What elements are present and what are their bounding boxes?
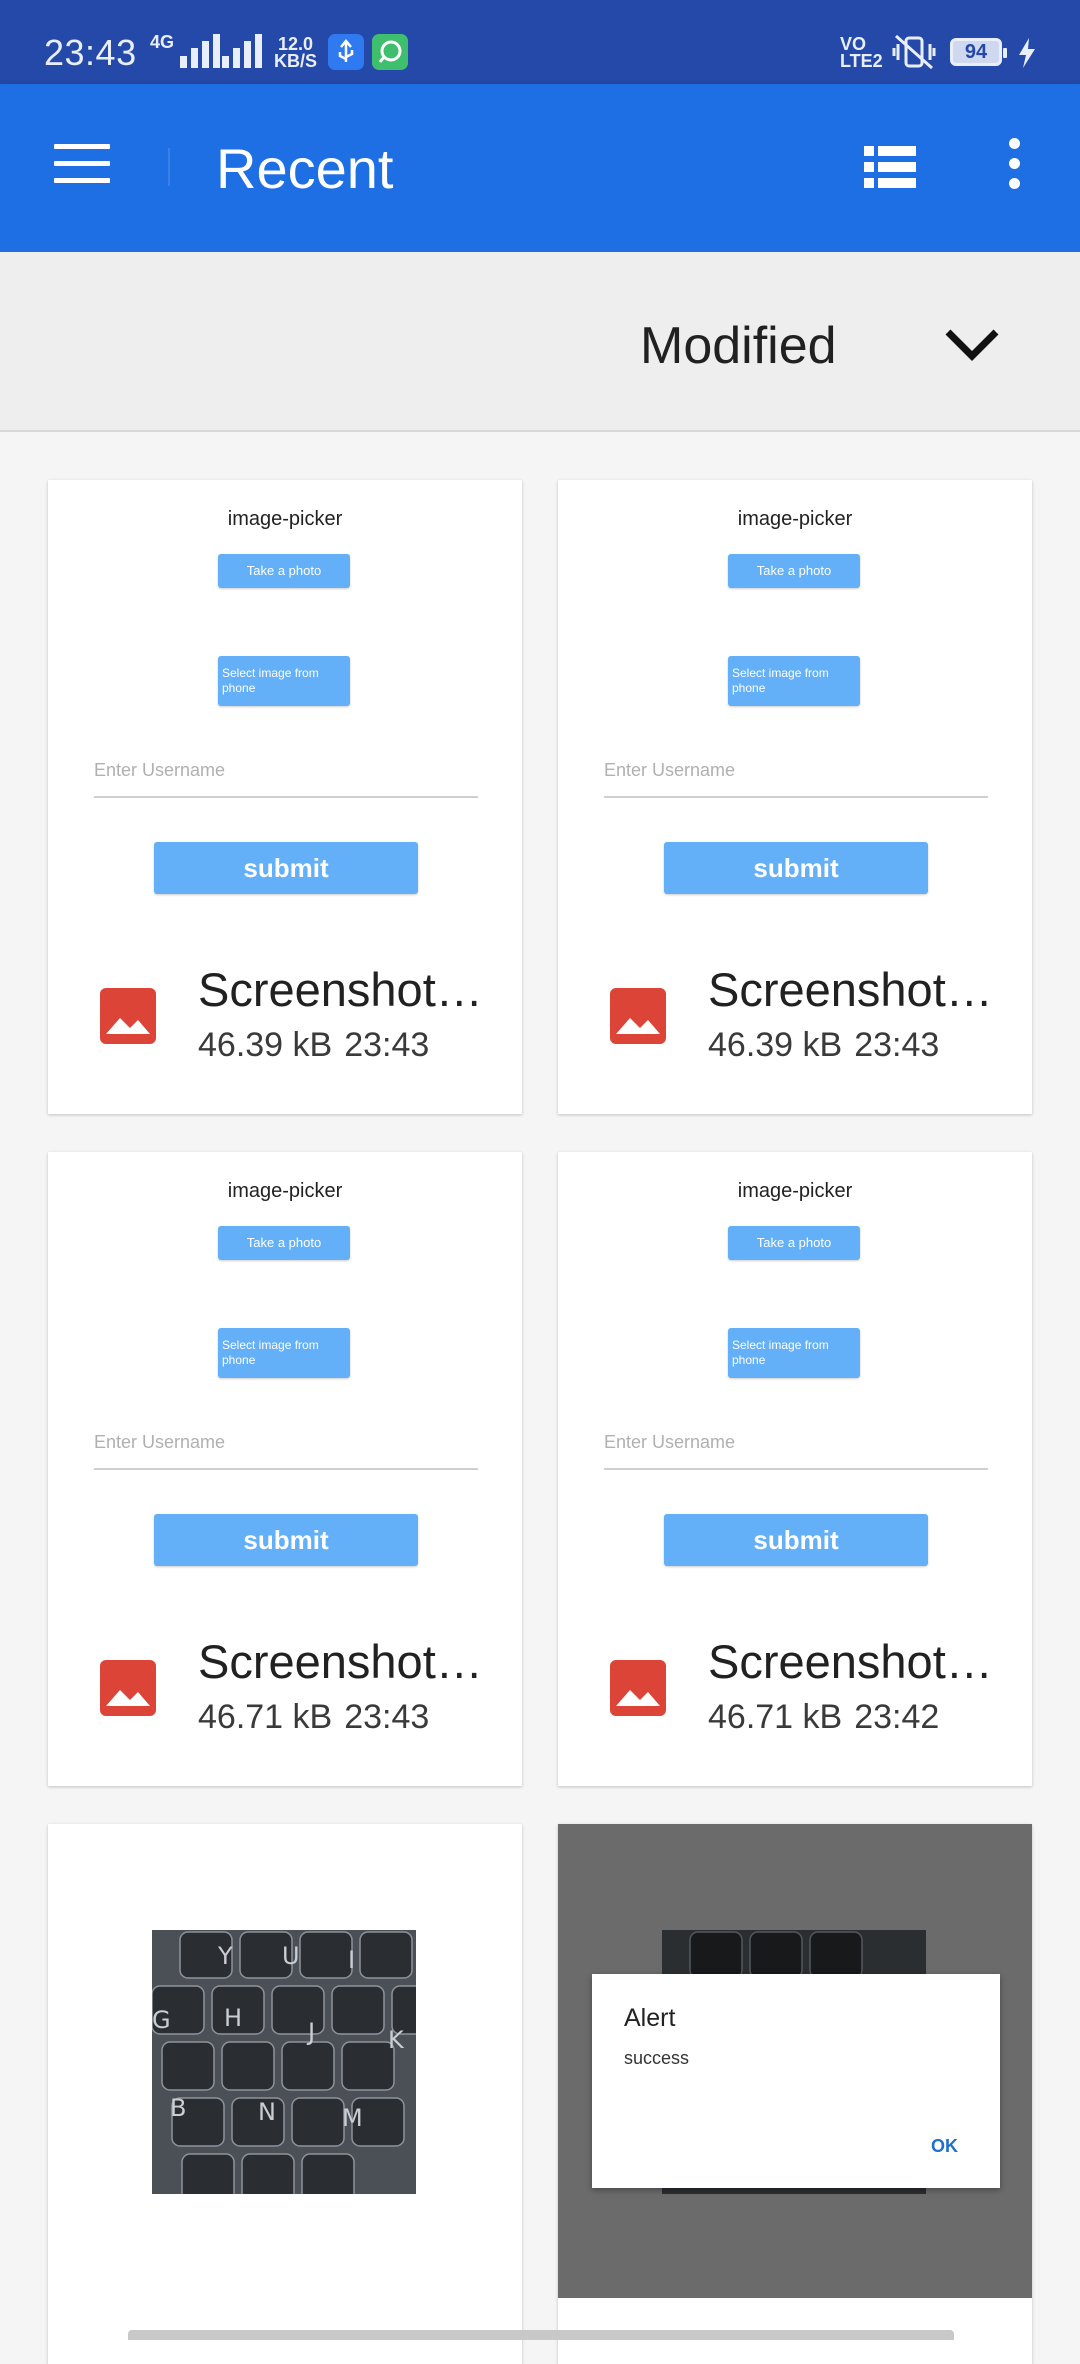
- more-options-button[interactable]: [996, 138, 1032, 198]
- image-file-icon: [100, 988, 156, 1044]
- file-info: Screenshot… 46.71 kB 23:43: [48, 1586, 522, 1786]
- file-card[interactable]: Y U I G H J K B N M: [48, 1824, 522, 2364]
- charging-bolt-icon: [1019, 38, 1035, 68]
- file-thumbnail: image-picker Take a photo Select image f…: [558, 1152, 1032, 1586]
- thumb-submit-button: submit: [664, 842, 928, 894]
- file-size: 46.71 kB: [708, 1698, 843, 1736]
- image-file-icon: [100, 1660, 156, 1716]
- key-label: K: [388, 2026, 405, 2054]
- image-file-icon: [610, 988, 666, 1044]
- file-size: 46.39 kB: [198, 1026, 333, 1064]
- thumb-app-title: image-picker: [737, 1180, 853, 1202]
- thumb-select-image-button: Select image from phone: [728, 656, 860, 706]
- alert-message: success: [624, 2048, 690, 2068]
- file-card[interactable]: image-picker Take a photo Select image f…: [48, 1152, 522, 1786]
- alert-ok-button: OK: [931, 2136, 958, 2156]
- network-speed-unit: KB/S: [274, 51, 318, 71]
- more-vert-icon: [996, 138, 1032, 189]
- key-label: Y: [217, 1942, 233, 1970]
- sort-dropdown[interactable]: Modified: [640, 316, 837, 376]
- chat-notification-icon: [372, 34, 408, 70]
- file-name: Screenshot…: [198, 963, 483, 1016]
- file-meta: 46.71 kB 23:43: [198, 1698, 441, 1737]
- thumb-take-photo-button: Take a photo: [218, 554, 350, 588]
- file-meta: 46.39 kB 23:43: [198, 1026, 441, 1065]
- file-card[interactable]: image-picker Take a photo Select image f…: [558, 480, 1032, 1114]
- network-speed: 12.0 KB/S: [274, 35, 318, 71]
- menu-button[interactable]: [54, 144, 110, 190]
- thumb-take-photo-button: Take a photo: [728, 1226, 860, 1260]
- volte-line2: LTE2: [840, 51, 883, 71]
- battery-icon: 94: [950, 38, 1007, 66]
- file-name: Screenshot…: [708, 963, 993, 1016]
- keyboard-keys-image: Y U I G H J K B N M: [152, 1930, 416, 2194]
- chevron-down-icon[interactable]: [940, 318, 1004, 370]
- keyboard-photo: Y U I G H J K B N M: [152, 1930, 416, 2194]
- thumb-username-field: Enter Username: [94, 760, 478, 798]
- hamburger-menu-icon: [54, 144, 110, 183]
- file-info: Screenshot… 46.39 kB 23:43: [48, 914, 522, 1114]
- thumb-select-image-button: Select image from phone: [728, 1328, 860, 1378]
- key-label: U: [282, 1942, 300, 1970]
- file-thumbnail: image-picker Take a photo Select image f…: [48, 1152, 522, 1586]
- file-time: 23:42: [854, 1698, 940, 1736]
- thumb-select-image-button: Select image from phone: [218, 656, 350, 706]
- key-label: I: [348, 1946, 355, 1974]
- key-label: M: [342, 2104, 363, 2132]
- thumb-username-field: Enter Username: [94, 1432, 478, 1470]
- thumb-app-title: image-picker: [737, 508, 853, 530]
- key-label: H: [224, 2004, 242, 2032]
- file-meta: 46.39 kB 23:43: [708, 1026, 951, 1065]
- thumb-username-field: Enter Username: [604, 760, 988, 798]
- file-meta: 46.71 kB 23:42: [708, 1698, 951, 1737]
- status-time: 23:43: [44, 32, 137, 73]
- file-time: 23:43: [854, 1026, 940, 1064]
- app-bar-divider: [168, 148, 170, 186]
- thumb-submit-button: submit: [664, 1514, 928, 1566]
- thumb-submit-button: submit: [154, 842, 418, 894]
- key-label: J: [306, 2018, 315, 2046]
- thumb-take-photo-button: Take a photo: [218, 1226, 350, 1260]
- key-label: B: [170, 2094, 186, 2122]
- key-label: G: [152, 2006, 171, 2034]
- thumb-app-title: image-picker: [227, 508, 343, 530]
- thumb-select-image-button: Select image from phone: [218, 1328, 350, 1378]
- alert-title: Alert: [624, 2004, 676, 2032]
- image-file-icon: [610, 1660, 666, 1716]
- file-thumbnail: image-picker Take a photo Select image f…: [558, 480, 1032, 914]
- signal-strength-icon: [180, 34, 220, 68]
- file-info: Screenshot… 46.39 kB 23:43: [558, 914, 1032, 1114]
- thumb-username-field: Enter Username: [604, 1432, 988, 1470]
- file-card[interactable]: image-picker Take a photo Select image f…: [558, 1152, 1032, 1786]
- file-time: 23:43: [344, 1026, 430, 1064]
- thumb-app-title: image-picker: [227, 1180, 343, 1202]
- thumb-submit-button: submit: [154, 1514, 418, 1566]
- bottom-scroll-indicator: [128, 2330, 954, 2340]
- usb-icon: [328, 34, 364, 70]
- list-view-icon: [864, 146, 916, 188]
- status-bar: 23:43 4G 12.0 KB/S VO LTE2 94: [0, 0, 1080, 84]
- file-size: 46.71 kB: [198, 1698, 333, 1736]
- volte-indicator: VO LTE2: [840, 35, 883, 71]
- file-name: Screenshot…: [198, 1635, 483, 1688]
- network-type-label: 4G: [150, 32, 175, 52]
- signal-strength-icon-2: [222, 34, 262, 68]
- list-view-button[interactable]: [864, 142, 916, 194]
- key-label: N: [258, 2098, 276, 2126]
- file-thumbnail: Alert success OK: [558, 1824, 1032, 2298]
- file-card[interactable]: image-picker Take a photo Select image f…: [48, 480, 522, 1114]
- file-size: 46.39 kB: [708, 1026, 843, 1064]
- file-thumbnail: Y U I G H J K B N M: [48, 1824, 522, 2258]
- vibrate-mute-icon: [892, 34, 936, 70]
- sort-bar: Modified: [0, 252, 1080, 432]
- thumb-take-photo-button: Take a photo: [728, 554, 860, 588]
- file-info: Screenshot… 46.71 kB 23:42: [558, 1586, 1032, 1786]
- file-time: 23:43: [344, 1698, 430, 1736]
- file-card[interactable]: Alert success OK: [558, 1824, 1032, 2364]
- page-title: Recent: [216, 137, 394, 200]
- app-bar: Recent: [0, 84, 1080, 252]
- file-name: Screenshot…: [708, 1635, 993, 1688]
- alert-dialog: Alert success OK: [592, 1974, 1000, 2188]
- file-thumbnail: image-picker Take a photo Select image f…: [48, 480, 522, 914]
